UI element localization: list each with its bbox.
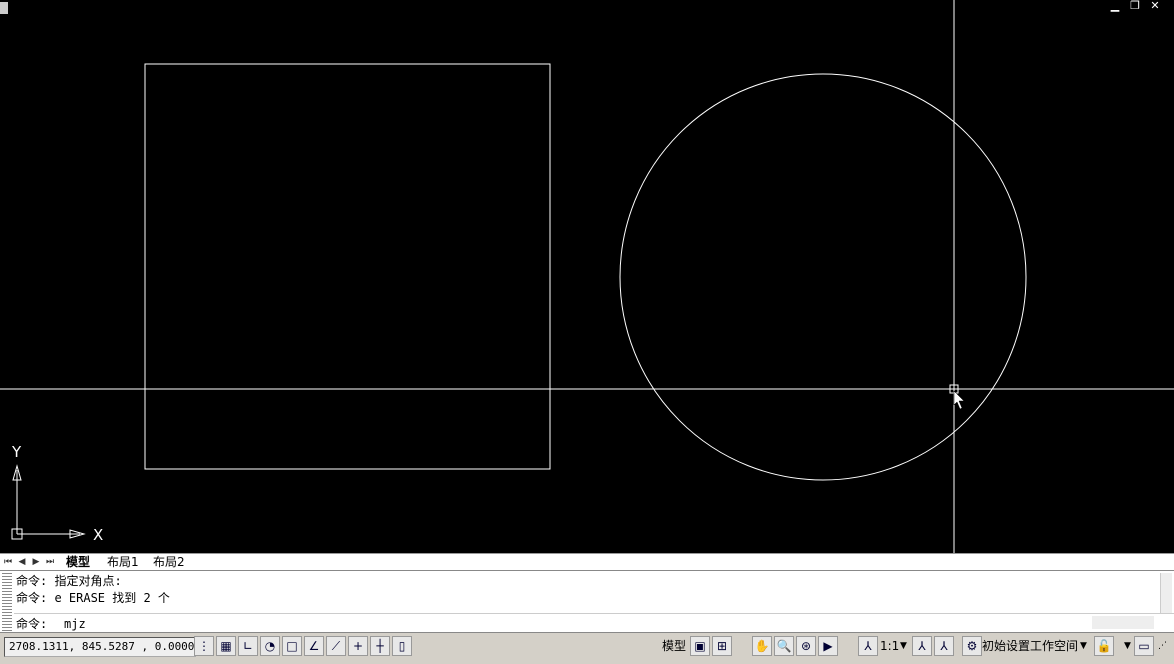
command-horizontal-scrollbar[interactable]: [1092, 616, 1154, 629]
next-tab-icon[interactable]: ▶: [30, 556, 42, 568]
drawing-canvas[interactable]: ▁ ❐ ✕ Y X: [0, 0, 1174, 553]
resize-grip-icon[interactable]: ⋰: [1158, 636, 1167, 656]
tab-model[interactable]: 模型: [66, 555, 90, 569]
circle-shape[interactable]: [619, 73, 1027, 481]
qp-icon[interactable]: ▯: [392, 636, 412, 656]
lock-icon[interactable]: 🔓: [1094, 636, 1114, 656]
model-space-label[interactable]: 模型: [662, 636, 686, 656]
grid-icon[interactable]: ▦: [216, 636, 236, 656]
command-history-line: 命令: 指定对角点:: [16, 574, 122, 588]
ucs-icon: [11, 464, 86, 540]
mouse-cursor-icon: [953, 390, 965, 410]
autoscale-icon[interactable]: ⅄: [934, 636, 954, 656]
workspace-gear-icon[interactable]: ⚙: [962, 636, 982, 656]
layout-view-icon[interactable]: ▣: [690, 636, 710, 656]
last-tab-icon[interactable]: ⏭: [44, 556, 56, 568]
workspace-dropdown-icon[interactable]: ▼: [1080, 636, 1087, 656]
zoom-icon[interactable]: 🔍: [774, 636, 794, 656]
annotation-visibility-icon[interactable]: ⅄: [912, 636, 932, 656]
viewports-icon[interactable]: ⊞: [712, 636, 732, 656]
command-vertical-scrollbar[interactable]: [1160, 573, 1172, 613]
layout-tab-bar: ⏮ ◀ ▶ ⏭ 模型 布局1 布局2: [0, 553, 1174, 570]
prev-tab-icon[interactable]: ◀: [16, 556, 28, 568]
pan-icon[interactable]: ✋: [752, 636, 772, 656]
rectangle-shape[interactable]: [144, 63, 551, 470]
ducs-icon[interactable]: ⟋: [326, 636, 346, 656]
dyn-icon[interactable]: +: [348, 636, 368, 656]
command-input[interactable]: [64, 616, 1084, 632]
annotation-scale-icon[interactable]: ⅄: [858, 636, 878, 656]
tab-layout1[interactable]: 布局1: [107, 555, 139, 569]
osnap-icon[interactable]: □: [282, 636, 302, 656]
ucs-x-label: X: [93, 526, 103, 544]
lineweight-icon[interactable]: ┼: [370, 636, 390, 656]
command-history-line: 命令: e ERASE 找到 2 个: [16, 591, 170, 605]
status-bar: 2708.1311, 845.5287 , 0.0000 ⋮ ▦ ∟ ◔ □ ∠…: [0, 632, 1174, 664]
tab-layout2[interactable]: 布局2: [153, 555, 185, 569]
workspace-label[interactable]: 初始设置工作空间: [982, 636, 1078, 656]
ucs-y-label: Y: [11, 443, 22, 461]
showmotion-icon[interactable]: ▶: [818, 636, 838, 656]
polar-icon[interactable]: ◔: [260, 636, 280, 656]
first-tab-icon[interactable]: ⏮: [2, 556, 14, 568]
statusbar-menu-icon[interactable]: ▼: [1124, 636, 1131, 656]
command-prompt: 命令:: [16, 617, 55, 631]
steeringwheel-icon[interactable]: ⊛: [796, 636, 816, 656]
scale-dropdown-icon[interactable]: ▼: [900, 636, 907, 656]
clean-screen-icon[interactable]: ▭: [1134, 636, 1154, 656]
annotation-scale-label[interactable]: 1:1: [880, 636, 899, 656]
otrack-icon[interactable]: ∠: [304, 636, 324, 656]
coordinates-readout[interactable]: 2708.1311, 845.5287 , 0.0000: [4, 637, 196, 657]
command-window: 命令: 指定对角点: 命令: e ERASE 找到 2 个 命令:: [0, 570, 1174, 633]
snap-icon[interactable]: ⋮: [194, 636, 214, 656]
ortho-icon[interactable]: ∟: [238, 636, 258, 656]
command-window-grip[interactable]: [2, 573, 12, 631]
drawing-svg: Y X: [0, 0, 1174, 553]
